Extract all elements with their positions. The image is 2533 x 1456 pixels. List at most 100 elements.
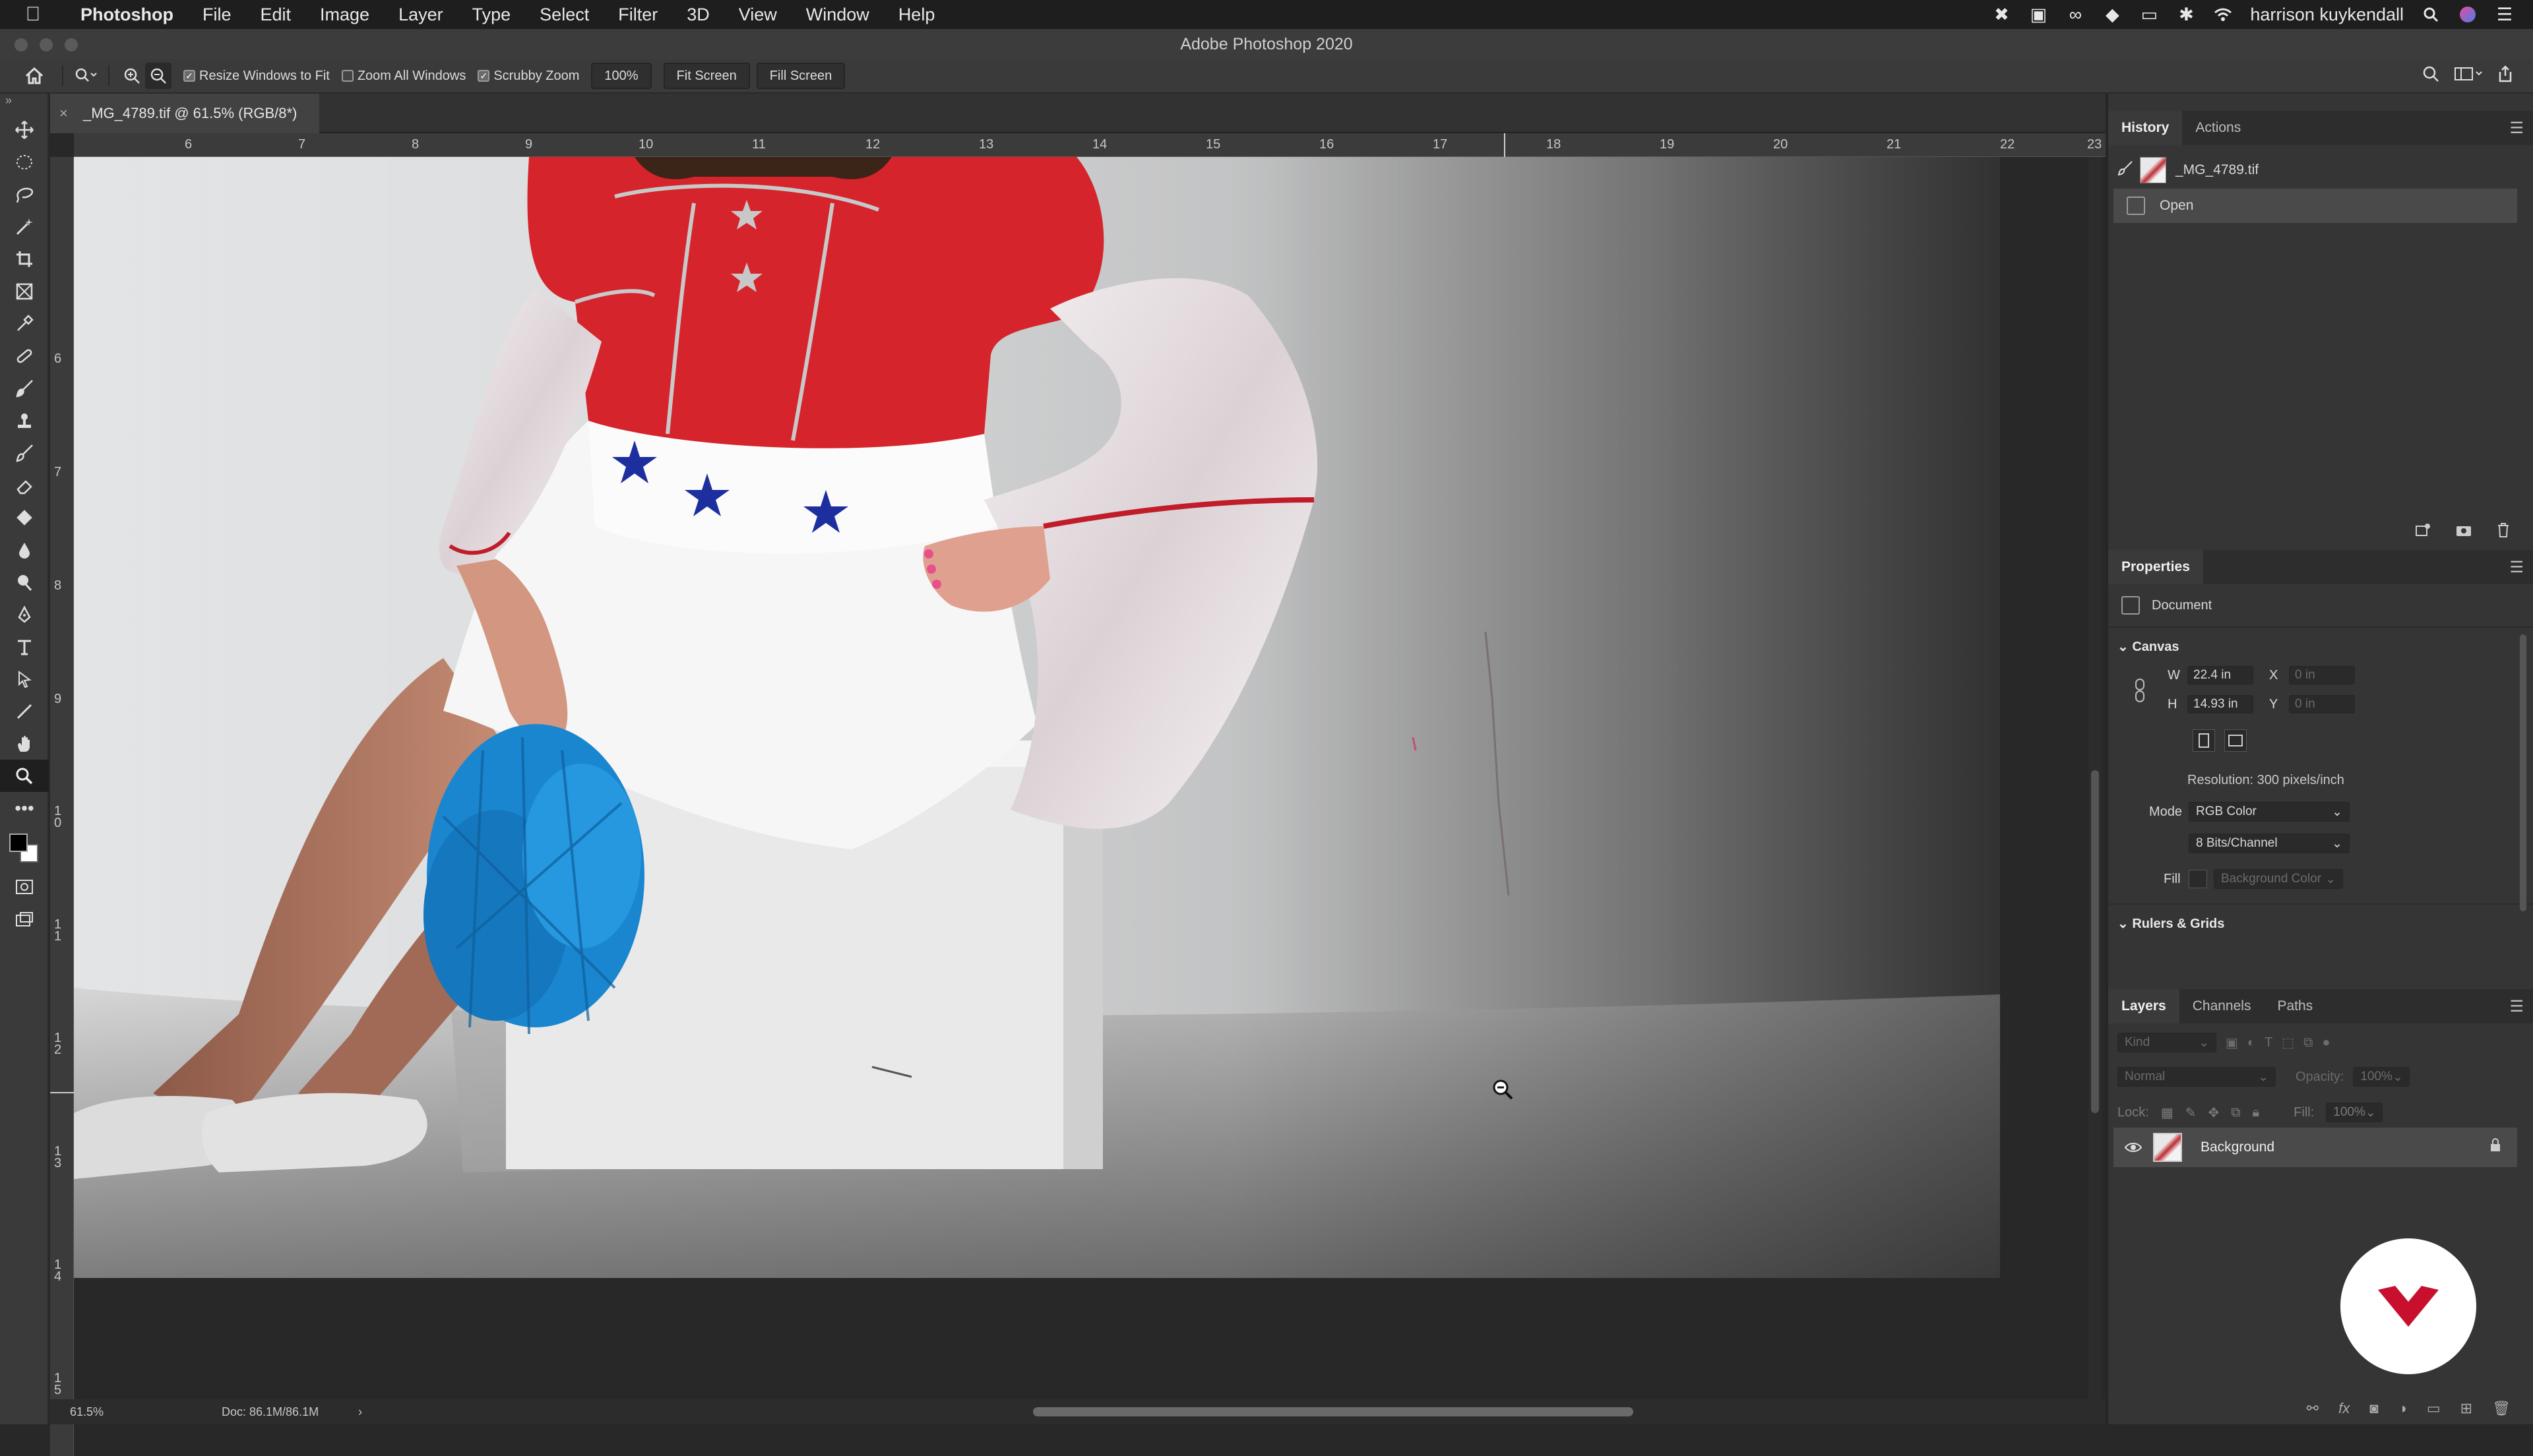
fill-screen-button[interactable]: Fill Screen <box>756 63 846 89</box>
delete-layer-icon[interactable]: 🗑︎ <box>2492 1400 2511 1417</box>
document-tab[interactable]: × _MG_4789.tif @ 61.5% (RGB/8*) <box>50 94 320 133</box>
canvas-y-field[interactable]: 0 in <box>2289 695 2355 713</box>
dodge-tool-icon[interactable] <box>0 566 49 598</box>
eyedropper-tool-icon[interactable] <box>0 307 49 340</box>
rulers-grids-section-header[interactable]: ⌄ Rulers & Grids <box>2117 915 2224 932</box>
user-name[interactable]: harrison kuykendall <box>2250 5 2404 25</box>
creative-cloud-icon[interactable]: ∞ <box>2065 5 2085 24</box>
history-step-open[interactable]: Open <box>2113 189 2517 223</box>
new-adjustment-layer-icon[interactable]: ◑ <box>2398 1400 2407 1417</box>
history-brush-tool-icon[interactable] <box>0 437 49 469</box>
lock-image-icon[interactable]: ✎ <box>2185 1105 2197 1121</box>
move-tool-icon[interactable] <box>0 113 49 146</box>
hand-tool-icon[interactable] <box>0 727 49 760</box>
type-filter-icon[interactable]: T <box>2265 1035 2272 1050</box>
new-document-from-state-icon[interactable] <box>2414 522 2431 541</box>
close-status-icon[interactable]: ✖ <box>1991 5 2011 24</box>
link-dimensions-icon[interactable] <box>2133 678 2146 708</box>
healing-brush-tool-icon[interactable] <box>0 340 49 372</box>
menu-layer[interactable]: Layer <box>384 5 458 25</box>
tab-properties[interactable]: Properties <box>2108 550 2203 584</box>
tab-channels[interactable]: Channels <box>2179 989 2265 1023</box>
layer-row-background[interactable]: Background <box>2113 1128 2517 1167</box>
minimize-window-button[interactable] <box>40 38 53 51</box>
marquee-tool-icon[interactable] <box>0 146 49 178</box>
airplay-icon[interactable]: ▭ <box>2139 5 2159 24</box>
adjustment-filter-icon[interactable]: ◐ <box>2247 1035 2255 1050</box>
panel-collapse-icon[interactable]: » <box>0 94 47 113</box>
new-layer-icon[interactable]: ⊞ <box>2460 1400 2472 1417</box>
pixel-filter-icon[interactable]: ▣ <box>2226 1035 2238 1051</box>
quick-mask-icon[interactable] <box>0 870 49 903</box>
screen-mode-icon[interactable] <box>0 903 49 935</box>
menu-3d[interactable]: 3D <box>672 5 724 25</box>
link-layers-icon[interactable]: ⚯ <box>2307 1400 2319 1417</box>
window-status-icon[interactable]: ▣ <box>2028 5 2048 24</box>
workspace-switcher-icon[interactable] <box>2454 66 2483 86</box>
type-tool-icon[interactable] <box>0 630 49 663</box>
canvas-height-field[interactable]: 14.93 in <box>2187 695 2253 713</box>
search-icon[interactable] <box>2422 65 2439 86</box>
add-mask-icon[interactable]: ◙ <box>2369 1400 2378 1417</box>
tab-history[interactable]: History <box>2108 111 2183 145</box>
layer-lock-icon[interactable] <box>2489 1138 2501 1157</box>
canvas-x-field[interactable]: 0 in <box>2289 666 2355 684</box>
dropbox-icon[interactable]: ◆ <box>2102 5 2122 24</box>
menu-select[interactable]: Select <box>525 5 604 25</box>
menu-view[interactable]: View <box>724 5 792 25</box>
properties-scrollbar[interactable] <box>2520 634 2526 911</box>
layer-style-icon[interactable]: fx <box>2338 1400 2350 1417</box>
checkbox-checked-icon[interactable]: ✓ <box>478 70 490 82</box>
lasso-tool-icon[interactable] <box>0 178 49 210</box>
zoom-level[interactable]: 61.5% <box>50 1405 156 1419</box>
close-tab-icon[interactable]: × <box>59 105 68 122</box>
opacity-field[interactable]: 100% ⌄ <box>2353 1067 2410 1087</box>
checkbox-checked-icon[interactable]: ✓ <box>183 70 195 82</box>
bit-depth-dropdown[interactable]: 8 Bits/Channel ⌄ <box>2189 834 2350 853</box>
menu-file[interactable]: File <box>188 5 246 25</box>
zoom-tool-icon[interactable] <box>0 760 49 792</box>
menu-help[interactable]: Help <box>884 5 950 25</box>
layer-kind-filter[interactable]: Kind ⌄ <box>2117 1033 2216 1052</box>
menu-photoshop[interactable]: Photoshop <box>66 5 188 25</box>
spotlight-search-icon[interactable] <box>2421 5 2441 24</box>
menu-window[interactable]: Window <box>792 5 884 25</box>
shape-filter-icon[interactable]: ⬚ <box>2282 1035 2294 1051</box>
vertical-ruler[interactable]: 6 7 8 9 1 0 1 1 1 2 1 3 1 4 1 5 <box>50 157 74 1456</box>
apple-menu-icon[interactable]:  <box>0 3 66 26</box>
eraser-tool-icon[interactable] <box>0 469 49 501</box>
zoom-100-button[interactable]: 100% <box>591 63 652 89</box>
panel-menu-icon[interactable]: ☰ <box>2509 119 2524 138</box>
canvas-width-field[interactable]: 22.4 in <box>2187 666 2253 684</box>
fit-screen-button[interactable]: Fit Screen <box>663 63 750 89</box>
vertical-scrollbar[interactable] <box>2088 157 2102 1423</box>
delete-state-icon[interactable] <box>2496 522 2511 541</box>
brush-tool-icon[interactable] <box>0 372 49 404</box>
visibility-eye-icon[interactable] <box>2113 1141 2153 1153</box>
fill-dropdown[interactable]: Background Color ⌄ <box>2214 869 2343 889</box>
crop-tool-icon[interactable] <box>0 243 49 275</box>
fill-opacity-field[interactable]: 100% ⌄ <box>2326 1103 2383 1122</box>
horizontal-scroll-thumb[interactable] <box>1033 1407 1633 1416</box>
pen-tool-icon[interactable] <box>0 598 49 630</box>
menu-type[interactable]: Type <box>458 5 526 25</box>
frame-tool-icon[interactable] <box>0 275 49 307</box>
new-group-icon[interactable]: ▭ <box>2427 1400 2441 1417</box>
zoom-in-icon[interactable] <box>119 63 145 89</box>
create-snapshot-icon[interactable] <box>2455 523 2472 541</box>
fill-swatch[interactable] <box>2189 870 2207 888</box>
panel-menu-icon[interactable]: ☰ <box>2509 997 2524 1016</box>
paint-bucket-tool-icon[interactable] <box>0 501 49 533</box>
horizontal-ruler[interactable]: 6 7 8 9 10 11 12 13 14 15 16 17 18 19 20… <box>74 133 2106 157</box>
panel-menu-icon[interactable]: ☰ <box>2509 558 2524 577</box>
tab-actions[interactable]: Actions <box>2182 111 2254 145</box>
checkbox-unchecked-icon[interactable] <box>341 70 354 82</box>
share-icon[interactable] <box>2497 65 2513 86</box>
layer-name[interactable]: Background <box>2201 1139 2274 1155</box>
siri-icon[interactable] <box>2458 5 2478 24</box>
menu-filter[interactable]: Filter <box>604 5 672 25</box>
resize-windows-checkbox[interactable]: ✓ Resize Windows to Fit <box>183 69 330 84</box>
menu-image[interactable]: Image <box>305 5 384 25</box>
history-brush-source-icon[interactable] <box>2117 160 2133 180</box>
landscape-orientation-icon[interactable] <box>2224 729 2247 752</box>
